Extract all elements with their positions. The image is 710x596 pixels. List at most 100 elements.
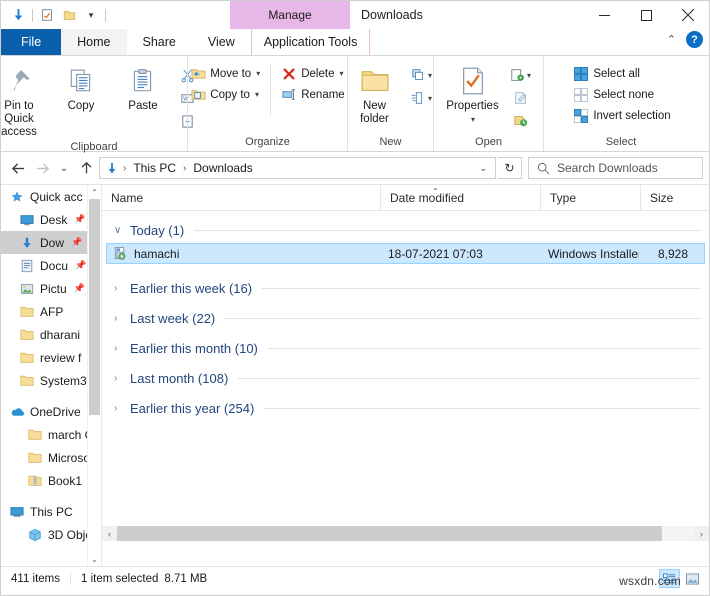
sidebar-scrollbar[interactable]: ⌃ ⌄ — [87, 185, 101, 566]
sidebar-item-march-o[interactable]: march O — [1, 423, 101, 446]
address-bar[interactable]: › This PC › Downloads ⌄ — [99, 157, 496, 179]
recent-locations-button[interactable]: ⌄ — [55, 157, 73, 179]
help-icon[interactable]: ? — [686, 31, 703, 48]
file-date-cell: 18-07-2021 07:03 — [388, 246, 483, 261]
group-header-earlier-this-week[interactable]: › Earlier this week (16) — [102, 275, 709, 301]
sidebar-item-system3[interactable]: System3 — [1, 369, 101, 392]
delete-caret-icon[interactable]: ▾ — [339, 69, 343, 78]
easy-access-caret-icon[interactable]: ▾ — [428, 94, 432, 103]
forward-button[interactable] — [31, 157, 53, 179]
sidebar-item-book1[interactable]: Book1 — [1, 469, 101, 492]
column-header-size-label: Size — [650, 190, 674, 205]
up-button[interactable] — [75, 157, 97, 179]
sidebar-item-3d-objects[interactable]: 3D Obje — [1, 523, 101, 546]
breadcrumb-this-pc[interactable]: This PC — [129, 160, 180, 176]
delete-button[interactable]: Delete ▾ — [277, 63, 348, 84]
sidebar-item-dharani[interactable]: dharani — [1, 323, 101, 346]
sidebar-item-pictures[interactable]: Pictu 📌 — [1, 277, 101, 300]
hscroll-track[interactable] — [117, 526, 694, 541]
edit-button[interactable] — [506, 87, 536, 109]
new-folder-button[interactable]: New folder — [345, 60, 405, 126]
column-header-type[interactable]: Type — [540, 185, 640, 210]
large-icons-view-button[interactable] — [682, 569, 703, 588]
maximize-button[interactable] — [625, 1, 667, 29]
chevron-right-icon[interactable]: › — [114, 403, 124, 414]
open-caret-icon[interactable]: ▾ — [527, 71, 531, 80]
sidebar-scroll-thumb[interactable] — [89, 199, 100, 415]
column-header-date-modified[interactable]: Date modified — [380, 185, 540, 210]
chevron-right-icon[interactable]: › — [114, 283, 124, 294]
column-header-name[interactable]: ⌄ Name — [102, 183, 439, 210]
sidebar-item-this-pc[interactable]: This PC — [1, 500, 101, 523]
invert-selection-button[interactable]: Invert selection — [569, 105, 674, 126]
sidebar-item-afp[interactable]: AFP — [1, 300, 101, 323]
contextual-tab-banner: Manage — [230, 1, 350, 29]
hscroll-left-button[interactable]: ‹ — [102, 526, 117, 541]
sidebar-item-downloads[interactable]: Dow 📌 — [1, 231, 101, 254]
breadcrumb-downloads[interactable]: Downloads — [189, 160, 256, 176]
group-header-last-month[interactable]: › Last month (108) — [102, 365, 709, 391]
group-header-last-week[interactable]: › Last week (22) — [102, 305, 709, 331]
tab-application-tools[interactable]: Application Tools — [251, 29, 370, 55]
breadcrumb-separator-0[interactable]: › — [123, 163, 126, 174]
tab-file[interactable]: File — [1, 29, 62, 55]
properties-caret-icon[interactable]: ▾ — [471, 115, 475, 124]
copy-to-label: Copy to — [210, 88, 250, 101]
properties-button[interactable]: Properties ▾ — [442, 60, 504, 126]
group-header-earlier-this-year[interactable]: › Earlier this year (254) — [102, 395, 709, 421]
sidebar-label: OneDrive — [30, 404, 81, 419]
sidebar-item-desktop[interactable]: Desk 📌 — [1, 208, 101, 231]
refresh-button[interactable]: ↻ — [498, 157, 522, 179]
sidebar-item-onedrive[interactable]: OneDrive — [1, 400, 101, 423]
back-button[interactable] — [7, 157, 29, 179]
history-button[interactable] — [506, 110, 536, 132]
tab-share[interactable]: Share — [127, 29, 192, 55]
qat-properties-icon[interactable] — [36, 5, 58, 25]
minimize-button[interactable] — [583, 1, 625, 29]
ribbon-right-controls: ⌃ ? — [667, 31, 703, 48]
address-dropdown-icon[interactable]: ⌄ — [475, 163, 491, 174]
chevron-right-icon[interactable]: › — [114, 313, 124, 324]
copy-label: Copy — [67, 100, 95, 112]
column-header-size[interactable]: Size — [640, 185, 698, 210]
sidebar-item-documents[interactable]: Docu 📌 — [1, 254, 101, 277]
contextual-tab-wrapper: Application Tools — [250, 29, 371, 55]
hscroll-right-button[interactable]: › — [694, 526, 709, 541]
qat-downloads-icon[interactable] — [7, 5, 29, 25]
search-box[interactable]: Search Downloads — [528, 157, 703, 179]
hscroll-thumb[interactable] — [117, 526, 662, 541]
chevron-right-icon[interactable]: › — [114, 343, 124, 354]
collapse-ribbon-icon[interactable]: ⌃ — [667, 33, 676, 46]
breadcrumb-separator-1[interactable]: › — [183, 163, 186, 174]
new-item-button[interactable]: ▾ — [407, 64, 437, 86]
new-item-caret-icon[interactable]: ▾ — [428, 71, 432, 80]
chevron-down-icon[interactable]: ∨ — [114, 225, 124, 236]
sidebar-scroll-up-button[interactable]: ⌃ — [88, 185, 101, 199]
select-all-button[interactable]: Select all — [569, 63, 674, 84]
paste-button[interactable]: Paste — [113, 60, 173, 113]
select-none-button[interactable]: Select none — [569, 84, 674, 105]
copy-button[interactable]: Copy — [51, 60, 111, 113]
chevron-right-icon[interactable]: › — [114, 373, 124, 384]
group-header-today[interactable]: ∨ Today (1) — [102, 217, 709, 243]
rename-button[interactable]: Rename — [277, 84, 348, 105]
sidebar-item-microso[interactable]: Microso — [1, 446, 101, 469]
easy-access-button[interactable]: ▾ — [407, 87, 437, 109]
pin-to-quick-access-button[interactable]: Pin to Quick access — [1, 60, 49, 139]
move-to-button[interactable]: Move to ▾ — [186, 63, 264, 84]
copy-to-caret-icon[interactable]: ▾ — [255, 90, 259, 99]
tab-view[interactable]: View — [192, 29, 251, 55]
sidebar-item-review-f[interactable]: review f — [1, 346, 101, 369]
tab-home[interactable]: Home — [61, 29, 127, 55]
sidebar-item-quick-access[interactable]: Quick acc — [1, 185, 101, 208]
sidebar-scroll-down-button[interactable]: ⌄ — [88, 552, 101, 566]
group-header-earlier-this-month[interactable]: › Earlier this month (10) — [102, 335, 709, 361]
open-button[interactable]: ▾ — [506, 64, 536, 86]
table-row[interactable]: hamachi 18-07-2021 07:03 Windows Install… — [106, 243, 705, 264]
horizontal-scrollbar[interactable]: ‹ › — [102, 526, 709, 541]
qat-new-folder-icon[interactable] — [58, 5, 80, 25]
move-to-caret-icon[interactable]: ▾ — [256, 69, 260, 78]
close-button[interactable] — [667, 1, 709, 29]
copy-to-button[interactable]: Copy to ▾ — [186, 84, 264, 105]
qat-customize-caret-icon[interactable]: ▾ — [80, 5, 102, 25]
